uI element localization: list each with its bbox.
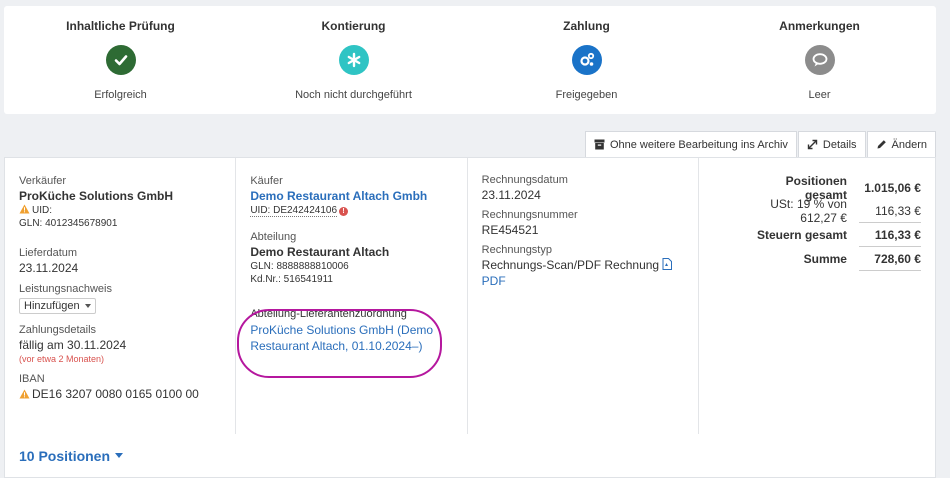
invoice-number: RE454521: [481, 223, 539, 237]
invoice-number-label: Rechnungsnummer: [481, 209, 578, 221]
edit-button[interactable]: Ändern: [866, 131, 936, 157]
seller-label: Verkäufer: [19, 175, 67, 187]
proof-dropdown[interactable]: Hinzufügen: [19, 298, 96, 314]
sum-label: Summe: [803, 251, 847, 266]
positions-label: 10 Positionen: [19, 447, 111, 464]
buyer-label: Käufer: [250, 175, 283, 187]
details-button-label: Details: [822, 138, 857, 151]
vat-value: 116,33 €: [875, 203, 921, 218]
step-status: Erfolgreich: [94, 89, 147, 101]
payment-due: fällig am 30.11.2024: [19, 338, 127, 352]
step-payment[interactable]: Zahlung Freigegeben: [470, 6, 703, 114]
expand-icon: [807, 139, 818, 150]
step-notes[interactable]: Anmerkungen Leer: [703, 6, 936, 114]
step-title: Anmerkungen: [779, 19, 860, 33]
buyer-uid: UID: DE242424106!: [250, 204, 452, 217]
error-icon: !: [339, 207, 349, 216]
seller-column: Verkäufer ProKüche Solutions GmbH UID: G…: [5, 158, 237, 434]
asterisk-icon: [338, 45, 369, 75]
pdf-file-icon[interactable]: [662, 258, 673, 270]
step-title: Zahlung: [563, 19, 610, 33]
pencil-icon: [877, 140, 886, 149]
archive-icon: [594, 139, 605, 150]
comment-icon: [804, 45, 835, 75]
department-name: Demo Restaurant Altach: [250, 245, 390, 259]
divider: [858, 270, 921, 271]
invoice-column: Rechnungsdatum 23.11.2024 Rechnungsnumme…: [468, 158, 699, 434]
invoice-type-text: Rechnungs-Scan/PDF Rechnung: [481, 258, 660, 272]
proof-dropdown-value: Hinzufügen: [24, 300, 80, 312]
invoice-date-label: Rechnungsdatum: [481, 174, 568, 186]
gears-icon: [571, 45, 602, 75]
archive-button-label: Ohne weitere Bearbeitung ins Archiv: [609, 138, 788, 151]
step-title: Inhaltliche Prüfung: [66, 19, 175, 33]
seller-uid: UID:: [19, 204, 221, 217]
workflow-status-card: Inhaltliche Prüfung Erfolgreich Kontieru…: [4, 6, 936, 114]
delivery-date-label: Lieferdatum: [19, 247, 78, 259]
pdf-link[interactable]: PDF: [482, 273, 684, 289]
step-accounting[interactable]: Kontierung Noch nicht durchgeführt: [237, 6, 470, 114]
invoice-type: Rechnungs-Scan/PDF Rechnung: [482, 257, 684, 273]
chevron-down-icon: [84, 304, 91, 308]
invoice-details-card: Verkäufer ProKüche Solutions GmbH UID: G…: [4, 157, 936, 435]
details-button[interactable]: Details: [797, 131, 866, 157]
warning-icon: [19, 204, 30, 214]
vat-row: USt: 19 % von 612,27 € 116,33 €: [743, 196, 921, 225]
totals-column: Positionen gesamt 1.015,06 € USt: 19 % v…: [699, 158, 935, 434]
tax-total-row: Steuern gesamt 116,33 €: [743, 223, 921, 246]
step-title: Kontierung: [321, 19, 386, 33]
sum-value: 728,60 €: [874, 251, 921, 266]
iban-label: IBAN: [19, 373, 45, 385]
totals-table: Positionen gesamt 1.015,06 € USt: 19 % v…: [743, 174, 921, 271]
warning-icon: [19, 389, 30, 399]
check-icon: [105, 45, 136, 75]
invoice-type-label: Rechnungstyp: [481, 244, 552, 256]
department-gln: GLN: 8888888810006: [250, 261, 349, 272]
iban-text: DE16 3207 0080 0165 0100 00: [32, 387, 199, 401]
delivery-date: 23.11.2024: [19, 261, 79, 275]
buyer-column: Käufer Demo Restaurant Altach Gmbh UID: …: [236, 158, 468, 434]
archive-button[interactable]: Ohne weitere Bearbeitung ins Archiv: [584, 131, 797, 157]
department-kdnr: Kd.Nr.: 516541911: [250, 274, 333, 285]
seller-name: ProKüche Solutions GmbH: [19, 189, 174, 203]
buyer-name-link[interactable]: Demo Restaurant Altach Gmbh: [250, 188, 452, 204]
payment-details-label: Zahlungsdetails: [19, 324, 97, 336]
proof-label: Leistungsnachweis: [19, 283, 112, 295]
sum-row: Summe 728,60 €: [743, 247, 921, 270]
step-status: Freigegeben: [555, 89, 618, 101]
invoice-toolbar: Ohne weitere Bearbeitung ins Archiv Deta…: [584, 131, 936, 157]
chevron-down-icon: [115, 453, 124, 458]
edit-button-label: Ändern: [891, 138, 927, 151]
vat-label: USt: 19 % von 612,27 €: [770, 196, 847, 225]
payment-relative: (vor etwa 2 Monaten): [19, 354, 105, 364]
positions-toggle[interactable]: 10 Positionen: [19, 447, 124, 464]
tax-total-value: 116,33 €: [874, 227, 921, 242]
positions-footer: 10 Positionen: [4, 434, 936, 478]
tax-total-label: Steuern gesamt: [756, 227, 847, 242]
step-status: Leer: [808, 89, 831, 101]
positions-total-value: 1.015,06 €: [864, 180, 921, 195]
seller-gln: GLN: 4012345678901: [19, 218, 118, 229]
step-content-check[interactable]: Inhaltliche Prüfung Erfolgreich: [4, 6, 237, 114]
step-status: Noch nicht durchgeführt: [295, 89, 412, 101]
department-label: Abteilung: [250, 231, 297, 243]
iban-value: DE16 3207 0080 0165 0100 00: [19, 386, 221, 402]
buyer-uid-text: UID: DE242424106: [250, 205, 338, 217]
invoice-date: 23.11.2024: [481, 188, 541, 202]
seller-uid-label: UID:: [32, 205, 52, 216]
mapping-label: Abteilung-Lieferantenzuordnung: [250, 308, 407, 320]
mapping-link[interactable]: ProKüche Solutions GmbH (Demo Restaurant…: [250, 322, 452, 354]
